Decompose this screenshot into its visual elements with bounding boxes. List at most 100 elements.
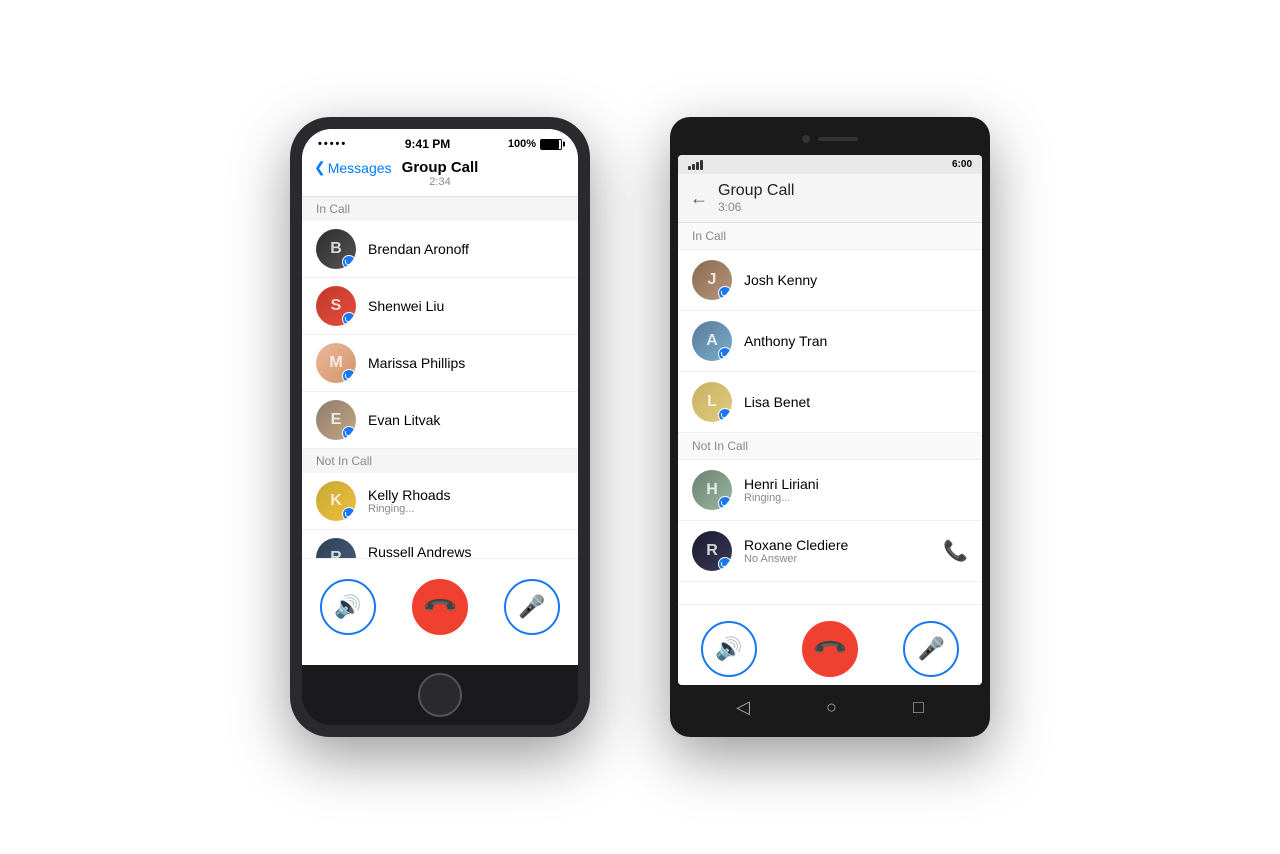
contact-name-josh: Josh Kenny (744, 272, 817, 288)
contact-status-roxane: No Answer (744, 553, 848, 565)
bar1 (688, 166, 691, 170)
microphone-icon: 🎤 (918, 636, 945, 662)
contact-name-shenwei: Shenwei Liu (368, 298, 444, 314)
contact-name-henri: Henri Liriani (744, 476, 819, 492)
android-mute-button[interactable]: 🎤 (903, 621, 959, 677)
android-not-in-call-header: Not In Call (678, 433, 982, 460)
contact-row-henri: H Henri Liriani Ringing... (678, 460, 982, 521)
avatar-kelly: K (316, 481, 356, 521)
android-back-button[interactable]: ← (690, 188, 708, 209)
contact-name-marissa: Marissa Phillips (368, 355, 465, 371)
mute-button[interactable]: 🎤 (504, 579, 560, 635)
iphone-contact-list: In Call B Brendan Aronoff S She (302, 197, 578, 558)
messenger-badge (342, 369, 356, 383)
android-back-nav-button[interactable]: ◁ (736, 697, 750, 718)
android-home-nav-button[interactable]: ○ (826, 697, 837, 718)
recall-button-roxane[interactable]: 📞 (943, 539, 968, 564)
android-in-call-header: In Call (678, 223, 982, 250)
android-status-bar: 6:00 (678, 155, 982, 174)
iphone-call-duration: 2:34 (314, 176, 566, 188)
contact-status-henri: Ringing... (744, 492, 819, 504)
signal-bars (688, 160, 703, 170)
android-device: 6:00 ← Group Call 3:06 In Call J Jo (670, 117, 990, 737)
iphone-status-bar: ••••• 9:41 PM 100% (302, 129, 578, 155)
contact-status-kelly: Ringing... (368, 503, 451, 515)
chevron-left-icon: ❮ (314, 159, 326, 176)
contact-row-evan: E Evan Litvak (302, 392, 578, 449)
microphone-icon: 🎤 (518, 594, 545, 620)
contact-name-anthony: Anthony Tran (744, 333, 827, 349)
messenger-badge (718, 286, 732, 300)
avatar-marissa: M (316, 343, 356, 383)
contact-row-marissa: M Marissa Phillips (302, 335, 578, 392)
android-call-controls: 🔊 📞 🎤 (678, 604, 982, 685)
iphone-signal-dots: ••••• (318, 138, 347, 150)
messenger-badge (718, 347, 732, 361)
android-recents-nav-button[interactable]: □ (913, 697, 924, 718)
avatar-roxane: R (692, 531, 732, 571)
android-end-call-button[interactable]: 📞 (802, 621, 858, 677)
back-label: Messages (328, 160, 392, 176)
avatar-russell: R (316, 538, 356, 558)
contact-name-lisa: Lisa Benet (744, 394, 810, 410)
iphone-battery-area: 100% (508, 138, 562, 150)
messenger-badge (342, 312, 356, 326)
bar3 (696, 162, 699, 170)
messenger-badge (718, 408, 732, 422)
bar4 (700, 160, 703, 170)
speaker-button[interactable]: 🔊 (320, 579, 376, 635)
contact-name-russell: Russell Andrews (368, 544, 472, 558)
contact-row-roxane: R Roxane Clediere No Answer 📞 (678, 521, 982, 582)
speaker-grille (818, 137, 858, 141)
contact-row-anthony: A Anthony Tran (678, 311, 982, 372)
android-call-duration: 3:06 (718, 200, 794, 214)
end-call-icon: 📞 (811, 630, 849, 668)
avatar-brendan: B (316, 229, 356, 269)
avatar-anthony: A (692, 321, 732, 361)
avatar-lisa: L (692, 382, 732, 422)
contact-row-lisa: L Lisa Benet (678, 372, 982, 433)
back-button[interactable]: ❮ Messages (314, 159, 392, 176)
avatar-josh: J (692, 260, 732, 300)
iphone-nav-bar: ❮ Messages Group Call 2:34 (302, 155, 578, 197)
messenger-badge (342, 255, 356, 269)
end-call-button[interactable]: 📞 (412, 579, 468, 635)
android-top-bezel (678, 127, 982, 151)
home-button[interactable] (418, 673, 462, 717)
messenger-badge (718, 496, 732, 510)
messenger-badge (342, 507, 356, 521)
contact-row-shenwei: S Shenwei Liu (302, 278, 578, 335)
android-time: 6:00 (952, 159, 972, 170)
bar2 (692, 164, 695, 170)
iphone-time: 9:41 PM (405, 137, 450, 151)
battery-icon (540, 139, 562, 150)
android-nav-bar: ◁ ○ □ (678, 685, 982, 729)
contact-name-brendan: Brendan Aronoff (368, 241, 469, 257)
contact-name-evan: Evan Litvak (368, 412, 440, 428)
camera-icon (802, 135, 810, 143)
iphone-device: ••••• 9:41 PM 100% ❮ Messages Group Call… (290, 117, 590, 737)
contact-row-josh: J Josh Kenny (678, 250, 982, 311)
end-call-icon: 📞 (421, 588, 459, 626)
iphone-home-area (302, 665, 578, 725)
contact-name-kelly: Kelly Rhoads (368, 487, 451, 503)
iphone-in-call-header: In Call (302, 197, 578, 221)
contact-name-roxane: Roxane Clediere (744, 537, 848, 553)
contact-row-kelly: K Kelly Rhoads Ringing... (302, 473, 578, 530)
avatar-henri: H (692, 470, 732, 510)
android-call-title: Group Call (718, 182, 794, 200)
speaker-icon: 🔊 (715, 636, 742, 662)
scene: ••••• 9:41 PM 100% ❮ Messages Group Call… (0, 77, 1280, 777)
speaker-icon: 🔊 (334, 594, 361, 620)
contact-row-brendan: B Brendan Aronoff (302, 221, 578, 278)
android-speaker-button[interactable]: 🔊 (701, 621, 757, 677)
contact-row-russell: R Russell Andrews Ringing... (302, 530, 578, 558)
messenger-badge (718, 557, 732, 571)
avatar-evan: E (316, 400, 356, 440)
iphone-not-in-call-header: Not In Call (302, 449, 578, 473)
battery-percent: 100% (508, 138, 536, 150)
android-contact-list: In Call J Josh Kenny A Anthony Tran (678, 223, 982, 604)
android-screen: 6:00 ← Group Call 3:06 In Call J Jo (678, 155, 982, 685)
iphone-call-controls: 🔊 📞 🎤 (302, 558, 578, 665)
messenger-badge (342, 426, 356, 440)
